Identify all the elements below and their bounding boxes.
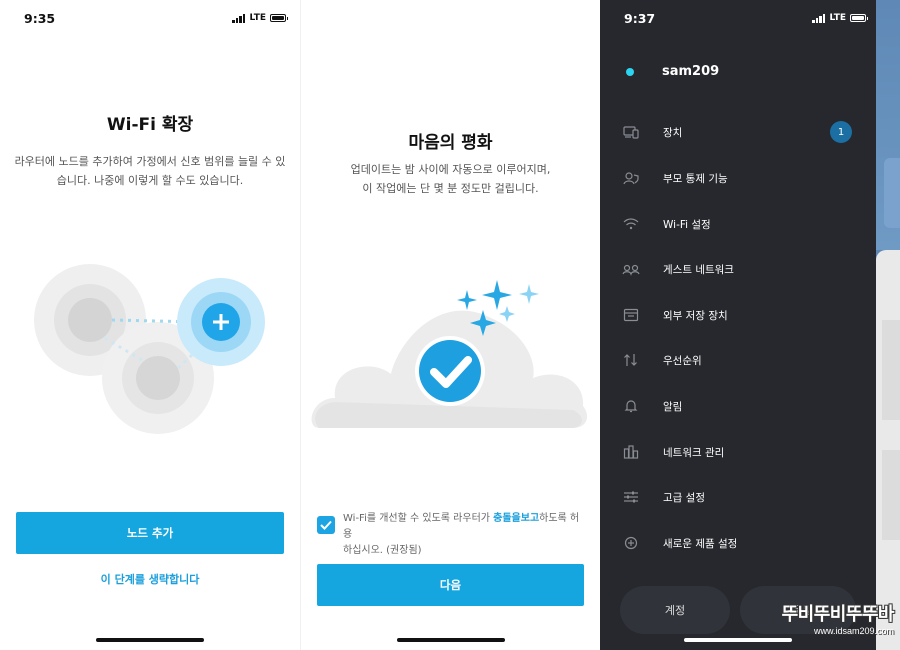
external-storage-icon — [622, 306, 640, 324]
add-node-button[interactable]: 노드 추가 — [16, 512, 284, 554]
menu-item-advanced-settings[interactable]: 고급 설정 — [600, 482, 876, 512]
side-menu-screen: 9:37 LTE sam209 장치 1 부모 통제 기능 Wi-Fi 설정 게… — [600, 0, 900, 650]
menu-item-notifications[interactable]: 알림 — [600, 391, 876, 421]
watermark-title: 뚜비뚜비뚜뚜바 — [781, 604, 895, 624]
home-indicator — [396, 638, 505, 642]
network-type: LTE — [249, 13, 266, 23]
menu-label: 네트워크 관리 — [663, 446, 725, 459]
skip-step-link[interactable]: 이 단계를 생략합니다 — [0, 571, 300, 587]
page-description-line2: 습니다. 나중에 이렇게 할 수도 있습니다. — [56, 174, 244, 187]
menu-label: 부모 통제 기능 — [663, 172, 728, 185]
status-time: 9:35 — [24, 10, 56, 26]
menu-item-parental-controls[interactable]: 부모 통제 기능 — [600, 163, 876, 193]
network-type: LTE — [829, 13, 846, 23]
bell-icon — [622, 397, 640, 415]
menu-label: 새로운 제품 설정 — [663, 537, 738, 550]
menu-item-devices[interactable]: 장치 1 — [600, 117, 876, 147]
sliders-icon — [622, 488, 640, 506]
mesh-nodes-illustration — [34, 264, 265, 434]
check-badge-icon — [415, 336, 485, 406]
consent-checkbox[interactable] — [317, 516, 335, 534]
menu-label: 고급 설정 — [663, 491, 705, 504]
status-bar: 9:37 LTE — [624, 10, 868, 26]
checkmark-icon — [320, 520, 332, 530]
menu-label: 외부 저장 장치 — [663, 309, 728, 322]
cloud-check-illustration — [311, 280, 588, 428]
status-time: 9:37 — [624, 10, 656, 26]
page-title: 마음의 평화 — [408, 133, 493, 153]
page-description-line1: 업데이트는 밤 사이에 자동으로 이루어지며, — [350, 163, 551, 176]
guest-network-icon — [622, 260, 640, 278]
priority-icon — [622, 351, 640, 369]
menu-label: 알림 — [663, 400, 683, 413]
crash-report-consent: Wi-Fi를 개선할 수 있도록 라우터가 충돌을보고하도록 허용 하십시오. … — [317, 511, 586, 559]
consent-text-line2: 하십시오. (권장됨) — [343, 545, 422, 556]
parental-controls-icon — [622, 169, 640, 187]
menu-label: 게스트 네트워크 — [663, 263, 734, 276]
wifi-extend-screen: 9:35 LTE Wi-Fi 확장 라우터에 노드를 추가하여 가정에서 신호 … — [0, 0, 300, 650]
auto-update-screen: 마음의 평화 업데이트는 밤 사이에 자동으로 이루어지며, 이 작업에는 단 … — [300, 0, 600, 650]
battery-icon — [850, 14, 868, 22]
next-button[interactable]: 다음 — [317, 564, 584, 606]
page-title: Wi-Fi 확장 — [106, 115, 194, 135]
plus-circle-icon — [622, 534, 640, 552]
menu-label: 장치 — [663, 126, 683, 139]
menu-item-guest-network[interactable]: 게스트 네트워크 — [600, 254, 876, 284]
device-count-badge: 1 — [830, 121, 852, 143]
menu-label: Wi-Fi 설정 — [663, 218, 711, 231]
network-admin-icon — [622, 443, 640, 461]
menu-item-external-storage[interactable]: 외부 저장 장치 — [600, 300, 876, 330]
screenshot-collage: 9:35 LTE Wi-Fi 확장 라우터에 노드를 추가하여 가정에서 신호 … — [0, 0, 900, 650]
menu-label: 우선순위 — [663, 354, 702, 367]
crash-report-link[interactable]: 충돌을보고 — [493, 513, 539, 524]
menu-item-priority[interactable]: 우선순위 — [600, 345, 876, 375]
wifi-icon — [622, 215, 640, 233]
battery-icon — [270, 14, 288, 22]
profile-name: sam209 — [662, 64, 720, 79]
online-status-dot — [626, 67, 634, 76]
watermark-url: www.idsam209.com — [813, 626, 894, 636]
page-description-line2: 이 작업에는 단 몇 분 정도만 걸립니다. — [362, 182, 539, 195]
page-description-line1: 라우터에 노드를 추가하여 가정에서 신호 범위를 늘릴 수 있 — [14, 155, 286, 168]
menu-item-wifi-settings[interactable]: Wi-Fi 설정 — [600, 209, 876, 239]
consent-text-prefix: Wi-Fi를 개선할 수 있도록 라우터가 — [343, 513, 494, 524]
account-button[interactable]: 계정 — [620, 586, 730, 634]
menu-item-new-product-setup[interactable]: 새로운 제품 설정 — [600, 528, 876, 558]
status-bar: 9:35 LTE — [24, 10, 288, 26]
devices-icon — [622, 123, 640, 141]
watermark: 뚜비뚜비뚜뚜바 www.idsam209.com — [781, 600, 895, 636]
profile-header[interactable]: sam209 — [626, 64, 719, 79]
underlying-screen-edge — [876, 0, 900, 650]
signal-icon — [812, 13, 826, 23]
menu-item-network-admin[interactable]: 네트워크 관리 — [600, 437, 876, 467]
add-node-icon — [202, 303, 240, 341]
signal-icon — [232, 13, 246, 23]
home-indicator — [96, 638, 204, 642]
home-indicator — [684, 638, 792, 642]
